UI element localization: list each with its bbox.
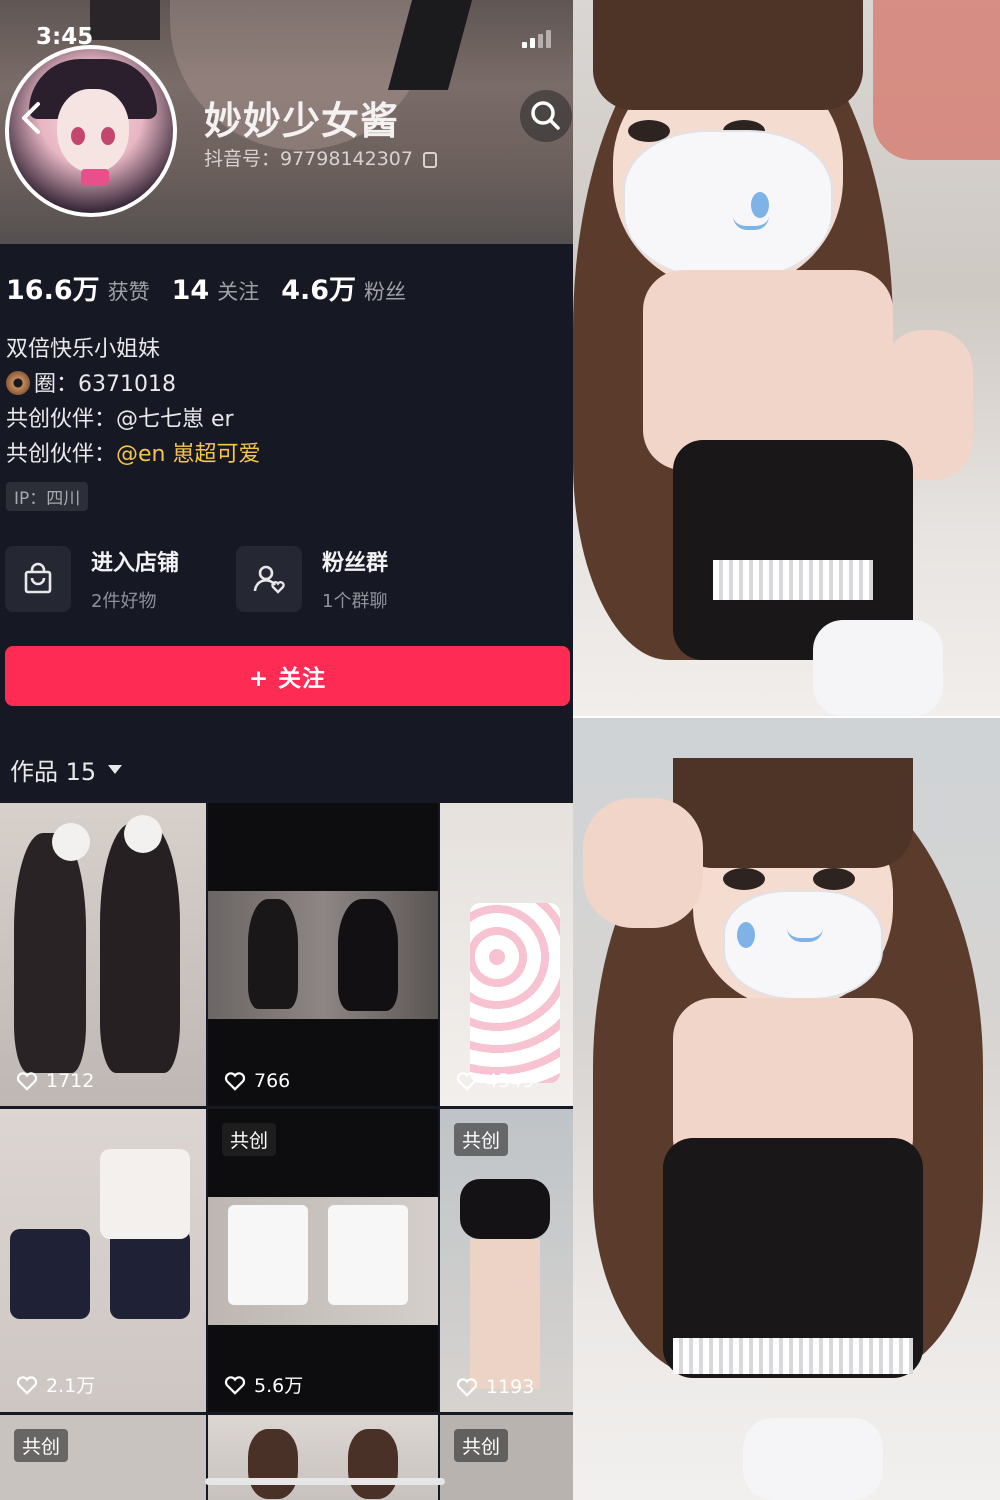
video-tile[interactable]: 4349 bbox=[440, 803, 573, 1106]
copy-icon[interactable] bbox=[423, 151, 438, 168]
video-tile[interactable]: 766 bbox=[208, 803, 438, 1106]
signal-icon bbox=[522, 30, 556, 48]
co-creation-tag: 共创 bbox=[222, 1123, 277, 1156]
stat-label: 关注 bbox=[217, 280, 260, 304]
stat-followers[interactable]: 4.6万 粉丝 bbox=[281, 268, 406, 307]
profile-stats: 16.6万 获赞 14 关注 4.6万 粉丝 bbox=[6, 268, 428, 307]
heart-icon bbox=[224, 1375, 246, 1395]
ip-location-tag: IP：四川 bbox=[6, 482, 89, 511]
profile-bio: 双倍快乐小姐妹 圈：6371018 共创伙伴：@七七崽 er 共创伙伴：@en … bbox=[6, 332, 261, 472]
co-creation-tag: 共创 bbox=[14, 1429, 69, 1462]
home-indicator[interactable] bbox=[205, 1478, 445, 1485]
douyin-id-text: 抖音号：97798142307 bbox=[204, 148, 413, 170]
profile-screen: 3:45 妙妙少女酱 抖音号：97798142307 16.6万 获赞 14 关… bbox=[0, 0, 573, 1500]
bio-line: 圈：6371018 bbox=[6, 367, 261, 402]
video-tile[interactable]: 2.1万 bbox=[0, 1109, 206, 1412]
fan-group-title: 粉丝群 bbox=[322, 551, 389, 576]
co-creation-tag: 共创 bbox=[454, 1429, 509, 1462]
search-button[interactable] bbox=[520, 90, 572, 142]
photo-selfie-top bbox=[573, 0, 1000, 716]
works-count: 作品 15 bbox=[10, 758, 97, 786]
bio-line: 双倍快乐小姐妹 bbox=[6, 337, 161, 362]
search-icon bbox=[531, 101, 560, 130]
stat-number: 16.6万 bbox=[6, 275, 100, 306]
back-arrow-icon[interactable] bbox=[16, 98, 46, 138]
like-count: 1712 bbox=[16, 1070, 94, 1092]
stat-label: 获赞 bbox=[107, 280, 150, 304]
like-count: 2.1万 bbox=[16, 1371, 95, 1398]
shop-entry[interactable]: 进入店铺 2件好物 bbox=[5, 545, 179, 613]
stat-likes[interactable]: 16.6万 获赞 bbox=[6, 268, 150, 307]
mention-link[interactable]: @en 崽超可爱 bbox=[116, 442, 260, 467]
like-count: 1193 bbox=[456, 1376, 534, 1398]
fan-group-icon bbox=[236, 546, 302, 612]
shopping-bag-icon bbox=[5, 546, 71, 612]
video-tile[interactable] bbox=[208, 1415, 438, 1500]
douyin-id: 抖音号：97798142307 bbox=[204, 144, 438, 171]
stat-number: 14 bbox=[171, 275, 210, 306]
heart-icon bbox=[456, 1072, 478, 1091]
shop-title: 进入店铺 bbox=[91, 551, 180, 576]
like-count: 5.6万 bbox=[224, 1371, 303, 1398]
heart-icon bbox=[16, 1375, 38, 1395]
profile-nickname: 妙妙少女酱 bbox=[204, 99, 400, 143]
heart-icon bbox=[224, 1072, 246, 1091]
shop-subtitle: 2件好物 bbox=[91, 591, 157, 612]
photo-selfie-bottom bbox=[573, 718, 1000, 1500]
video-tile[interactable]: 共创 bbox=[0, 1415, 206, 1500]
like-count: 766 bbox=[224, 1070, 290, 1092]
works-tab[interactable]: 作品 15 bbox=[10, 752, 123, 787]
video-tile[interactable]: 共创 5.6万 bbox=[208, 1109, 438, 1412]
heart-icon bbox=[456, 1378, 478, 1397]
follow-button[interactable]: + 关注 bbox=[5, 646, 570, 706]
fan-group-subtitle: 1个群聊 bbox=[322, 591, 388, 612]
stat-following[interactable]: 14 关注 bbox=[172, 275, 260, 306]
bio-line: 共创伙伴：@七七崽 er bbox=[6, 407, 234, 432]
video-tile[interactable]: 1712 bbox=[0, 803, 206, 1106]
heart-icon bbox=[16, 1072, 38, 1091]
fan-group-entry[interactable]: 粉丝群 1个群聊 bbox=[236, 545, 388, 613]
like-count: 4349 bbox=[456, 1070, 534, 1092]
cover-art bbox=[90, 0, 160, 40]
co-creation-tag: 共创 bbox=[454, 1123, 509, 1156]
bio-line: 共创伙伴：@en 崽超可爱 bbox=[6, 442, 261, 467]
donut-icon bbox=[6, 371, 30, 395]
works-grid: 1712 766 4349 2.1万 共创 5.6万 共创 1193 共创 共创 bbox=[0, 803, 573, 1500]
stat-number: 4.6万 bbox=[281, 275, 357, 306]
dropdown-caret-icon bbox=[108, 765, 123, 774]
stat-label: 粉丝 bbox=[364, 280, 407, 304]
video-tile[interactable]: 共创 bbox=[440, 1415, 573, 1500]
video-tile[interactable]: 共创 1193 bbox=[440, 1109, 573, 1412]
